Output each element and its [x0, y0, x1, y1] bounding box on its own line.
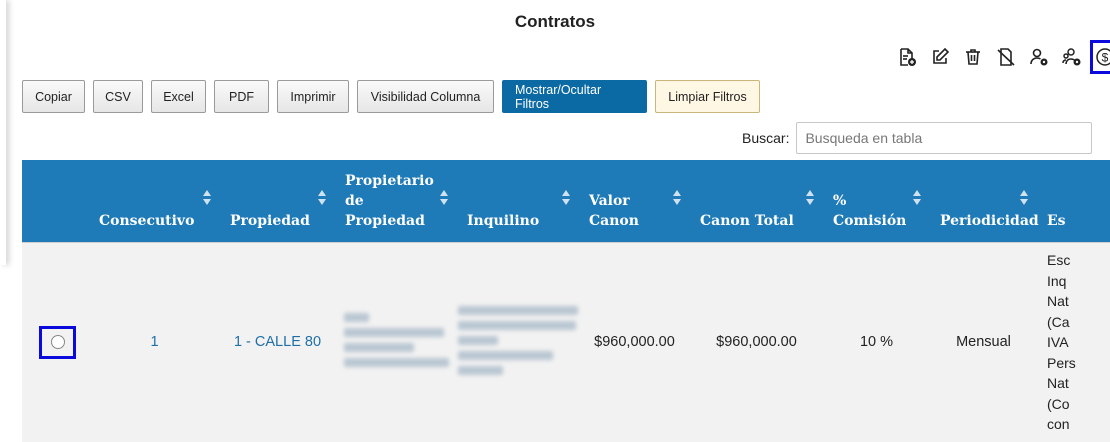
- column-header-comision[interactable]: % Comisión: [823, 160, 930, 242]
- sort-icon[interactable]: [913, 190, 922, 206]
- column-header-periodicidad[interactable]: Periodicidad: [930, 160, 1039, 242]
- user-settings-icon[interactable]: [1022, 40, 1055, 74]
- column-header-valor-canon[interactable]: Valor Canon: [579, 160, 690, 242]
- print-button[interactable]: Imprimir: [277, 80, 349, 113]
- copy-button[interactable]: Copiar: [22, 80, 85, 113]
- export-button-row: Copiar CSV Excel PDF Imprimir Visibilida…: [22, 80, 768, 113]
- column-header-propietario[interactable]: Propietario de Propiedad: [335, 160, 457, 242]
- sort-icon[interactable]: [203, 190, 212, 206]
- column-visibility-button[interactable]: Visibilidad Columna: [357, 80, 494, 113]
- cell-inquilino-redacted: [457, 241, 579, 442]
- page-title: Contratos: [514, 12, 596, 31]
- radio-circle-icon: [50, 335, 65, 350]
- sort-icon[interactable]: [318, 190, 327, 206]
- pdf-button[interactable]: PDF: [214, 80, 269, 113]
- dollar-circle-icon[interactable]: $: [1090, 40, 1110, 74]
- sort-icon[interactable]: [1020, 190, 1029, 206]
- table-search: Buscar:: [742, 122, 1093, 154]
- svg-text:$: $: [1102, 51, 1109, 65]
- user-group-settings-icon[interactable]: [1055, 40, 1088, 74]
- contracts-table: Consecutivo Propiedad Propietario de Pro…: [22, 160, 1110, 442]
- side-panel-edge: [0, 0, 6, 265]
- column-header-canon-total[interactable]: Canon Total: [690, 160, 823, 242]
- table-row[interactable]: 1 1 - CALLE 80 $960,000.00 $960,000.00 1…: [22, 241, 1110, 442]
- excel-button[interactable]: Excel: [151, 80, 206, 113]
- sort-icon[interactable]: [806, 190, 815, 206]
- column-header-propiedad[interactable]: Propiedad: [220, 160, 335, 242]
- sort-icon[interactable]: [673, 190, 682, 206]
- sort-icon[interactable]: [440, 190, 449, 206]
- row-select-cell: [22, 241, 89, 442]
- search-input[interactable]: [796, 122, 1093, 154]
- search-label: Buscar:: [742, 130, 790, 146]
- redacted-text: [458, 300, 578, 381]
- redacted-text: [343, 307, 449, 373]
- no-document-icon[interactable]: [989, 40, 1022, 74]
- cell-estado: Esc Inq Nat (Ca IVA Pers Nat (Co con: [1037, 241, 1110, 442]
- column-header-estado[interactable]: Es: [1037, 160, 1110, 242]
- add-document-icon[interactable]: [890, 40, 923, 74]
- cell-valor-canon: $960,000.00: [579, 241, 690, 442]
- cell-comision: 10 %: [823, 241, 930, 442]
- column-header-inquilino[interactable]: Inquilino: [457, 160, 579, 242]
- cell-propiedad[interactable]: 1 - CALLE 80: [220, 241, 335, 442]
- cell-consecutivo[interactable]: 1: [89, 241, 220, 442]
- action-icon-bar: $: [890, 40, 1110, 74]
- sort-icon[interactable]: [562, 190, 571, 206]
- column-header-consecutivo[interactable]: Consecutivo: [89, 160, 220, 242]
- edit-icon[interactable]: [923, 40, 956, 74]
- table-header-row: Consecutivo Propiedad Propietario de Pro…: [22, 160, 1110, 242]
- select-column-header: [22, 160, 89, 242]
- row-select-radio[interactable]: [39, 325, 76, 359]
- toggle-filters-button[interactable]: Mostrar/Ocultar Filtros: [502, 80, 647, 113]
- clear-filters-button[interactable]: Limpiar Filtros: [655, 80, 760, 113]
- cell-periodicidad: Mensual: [930, 241, 1037, 442]
- cell-propietario-redacted: [335, 241, 457, 442]
- trash-icon[interactable]: [956, 40, 989, 74]
- cell-canon-total: $960,000.00: [690, 241, 823, 442]
- csv-button[interactable]: CSV: [93, 80, 143, 113]
